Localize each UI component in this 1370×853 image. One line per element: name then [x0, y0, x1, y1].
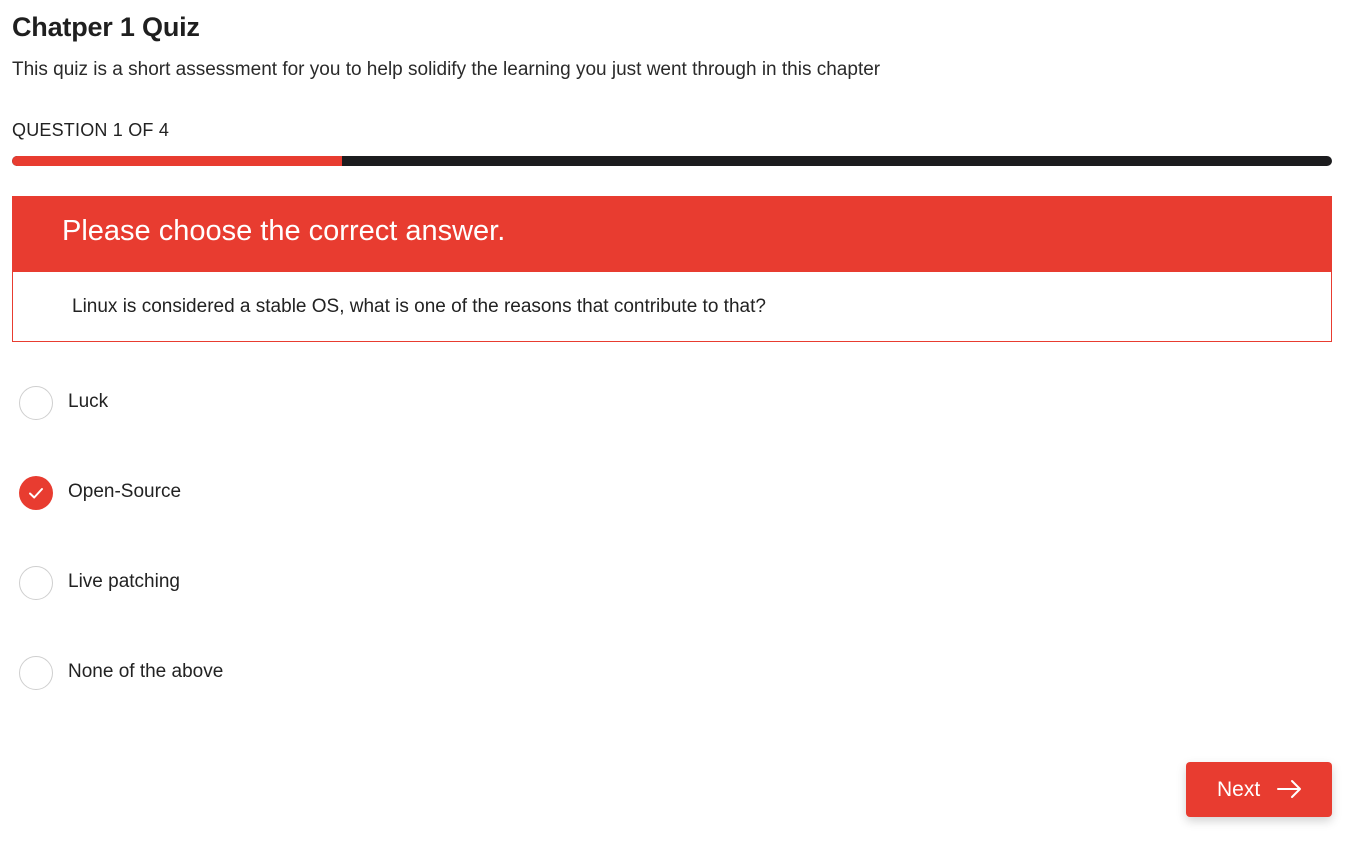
answer-option-label: Luck	[68, 391, 109, 412]
radio-button[interactable]	[19, 656, 53, 690]
answer-option-luck[interactable]: Luck	[19, 385, 619, 421]
next-button[interactable]: Next	[1186, 762, 1332, 817]
question-card-header: Please choose the correct answer.	[12, 196, 1332, 272]
answer-option-none-of-the-above[interactable]: None of the above	[19, 655, 619, 691]
question-counter: QUESTION 1 OF 4	[12, 120, 170, 140]
progress-bar	[12, 156, 1332, 166]
radio-button-checked[interactable]	[19, 476, 53, 510]
answer-option-open-source[interactable]: Open-Source	[19, 475, 619, 511]
answer-option-label: Open-Source	[68, 481, 182, 502]
arrow-right-icon	[1277, 779, 1303, 805]
progress-bar-fill	[12, 156, 342, 166]
radio-button[interactable]	[19, 566, 53, 600]
question-card: Please choose the correct answer. Linux …	[12, 196, 1332, 342]
quiz-subtitle: This quiz is a short assessment for you …	[12, 59, 881, 80]
answer-option-label: None of the above	[68, 661, 224, 682]
question-text: Linux is considered a stable OS, what is…	[72, 296, 766, 317]
answer-options: Luck Open-Source Live patching None of t…	[19, 385, 619, 745]
quiz-title: Chatper 1 Quiz	[12, 12, 200, 42]
quiz-page: Chatper 1 Quiz This quiz is a short asse…	[12, 0, 1332, 853]
answer-option-live-patching[interactable]: Live patching	[19, 565, 619, 601]
answer-option-label: Live patching	[68, 571, 180, 592]
check-icon	[29, 488, 43, 499]
question-prompt: Please choose the correct answer.	[62, 215, 506, 247]
radio-button[interactable]	[19, 386, 53, 420]
next-button-label: Next	[1217, 778, 1261, 801]
